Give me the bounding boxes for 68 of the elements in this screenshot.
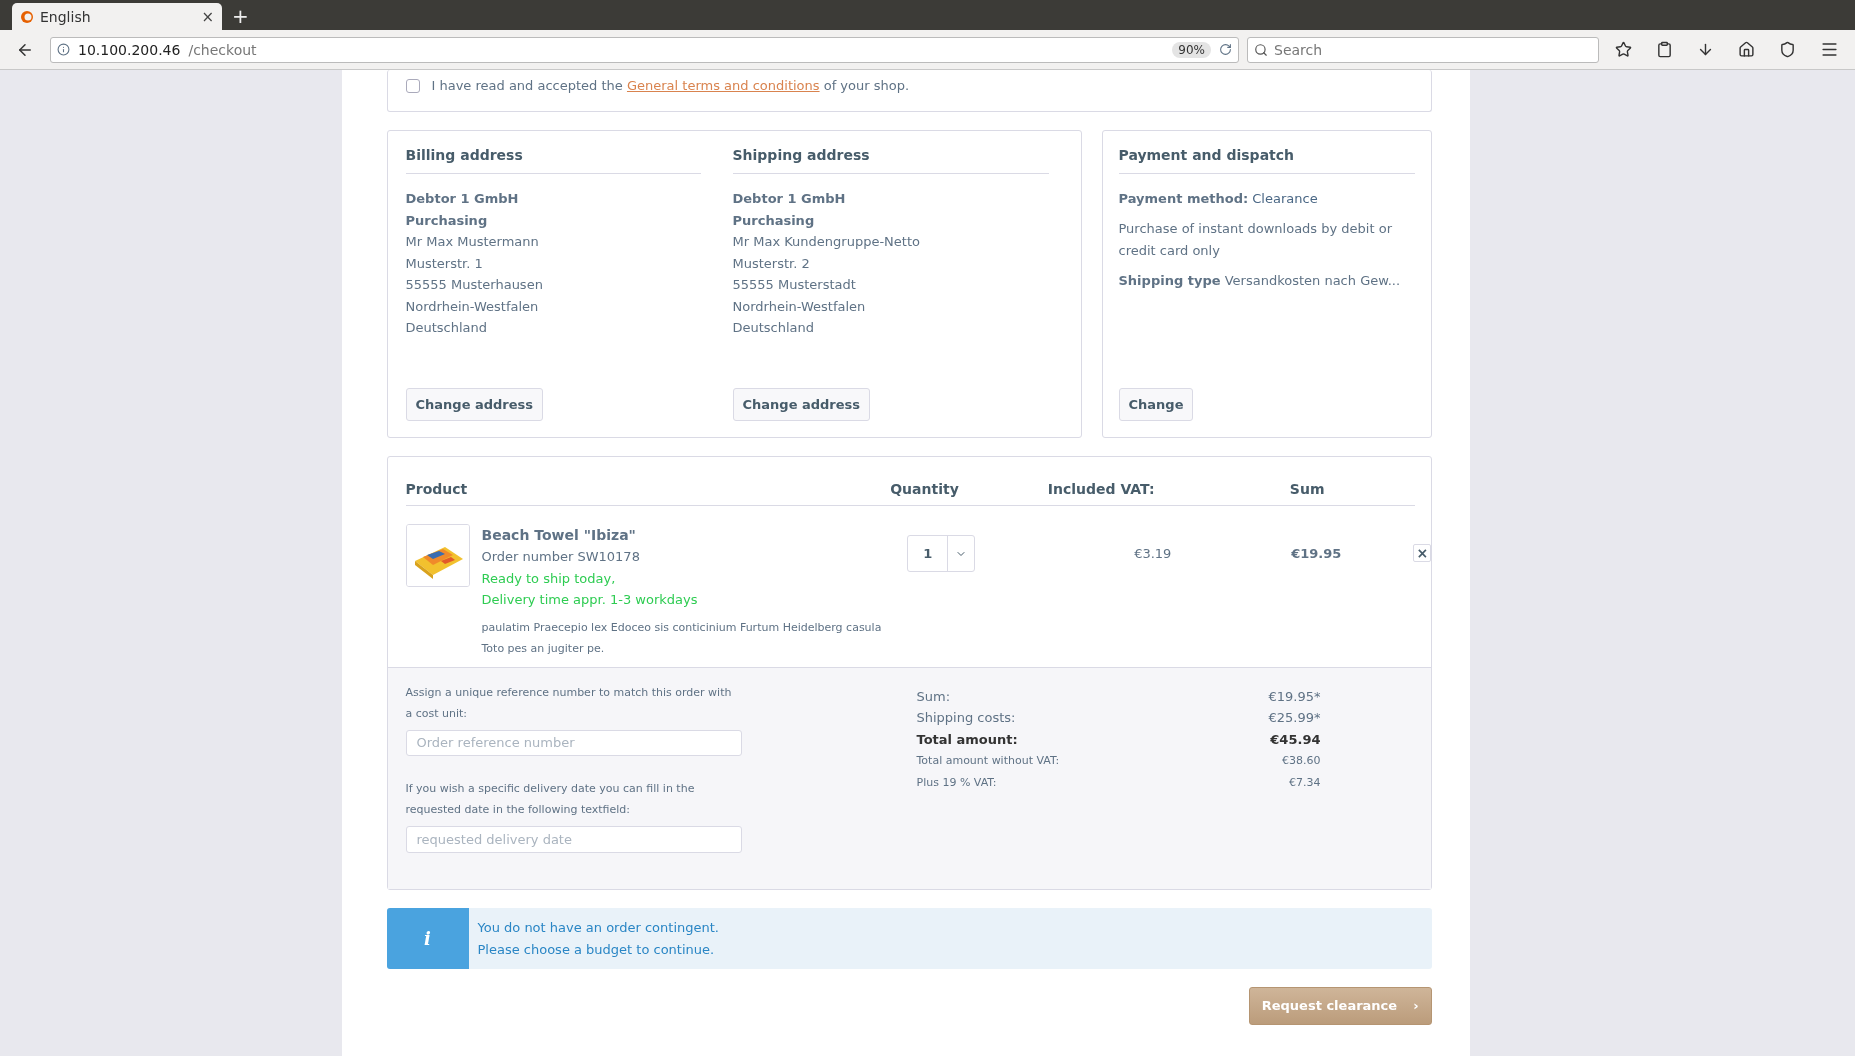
info-icon bbox=[57, 43, 70, 56]
delivery-status: Ready to ship today, bbox=[481, 569, 617, 588]
total-label: Total amount without VAT: bbox=[916, 753, 1060, 769]
remove-button[interactable]: × bbox=[1413, 544, 1432, 562]
column-header: Quantity bbox=[889, 481, 960, 497]
address-line: 55555 Musterhausen bbox=[405, 276, 544, 294]
terms-checkbox[interactable] bbox=[405, 78, 420, 93]
product-description: paulatim Praecepio lex Edoceo sis conticinium Furtum Heidelberg casula bbox=[481, 619, 882, 636]
address-line: Musterstr. 1 bbox=[405, 254, 484, 273]
total-value: €45.94 bbox=[1270, 730, 1321, 749]
address-line: Mr Max Mustermann bbox=[405, 233, 540, 251]
zoom-level[interactable]: 90% bbox=[1172, 41, 1211, 58]
address-line: Purchasing bbox=[732, 211, 816, 230]
column-header: Product bbox=[405, 481, 469, 497]
order-number: Order number SW10178 bbox=[481, 548, 641, 566]
address-line: 55555 Musterstadt bbox=[732, 276, 857, 294]
section-heading: Payment and dispatch bbox=[1118, 131, 1415, 174]
total-label: Plus 19 % VAT: bbox=[916, 775, 997, 791]
browser-tab[interactable]: English × bbox=[12, 3, 222, 30]
address-line: Mr Max Kundengruppe-Netto bbox=[732, 233, 921, 251]
change-address-button[interactable]: Change address bbox=[732, 388, 871, 421]
payment-description: Purchase of instant downloads by debit or credit card only bbox=[1118, 220, 1393, 260]
total-value: €7.34 bbox=[1289, 775, 1321, 791]
total-label: Total amount: bbox=[916, 730, 1018, 749]
address-bar[interactable]: 10.100.200.46 /checkout 90% bbox=[50, 36, 1239, 63]
new-tab-button[interactable]: + bbox=[232, 3, 249, 30]
info-icon: i bbox=[386, 907, 469, 969]
total-value: €38.60 bbox=[1282, 753, 1321, 769]
address-line: Debtor 1 GmbH bbox=[732, 190, 847, 208]
quantity-select[interactable]: 1 bbox=[907, 535, 976, 572]
product-name[interactable]: Beach Towel "Ibiza" bbox=[481, 524, 882, 546]
address-line: Nordrhein-Westfalen bbox=[405, 297, 540, 316]
section-heading: Billing address bbox=[405, 131, 701, 174]
address-line: Deutschland bbox=[732, 319, 816, 337]
total-label: Shipping costs: bbox=[916, 709, 1016, 727]
total-value: €25.99* bbox=[1268, 709, 1321, 727]
search-icon bbox=[1254, 42, 1268, 57]
total-value: €19.95* bbox=[1268, 687, 1321, 706]
total-label: Sum: bbox=[916, 687, 951, 706]
change-address-button[interactable]: Change address bbox=[405, 388, 544, 421]
notice-text: Please choose a budget to continue. bbox=[477, 940, 716, 959]
reference-label: Assign a unique reference number to match this order with a cost unit: bbox=[405, 684, 733, 722]
delivery-date-label: If you wish a specific delivery date you can fill in the requested date in the following textfield: bbox=[405, 781, 696, 818]
notice-text: You do not have an order contingent. bbox=[477, 918, 719, 937]
address-line: Purchasing bbox=[405, 211, 489, 230]
url-host: 10.100.200.46 bbox=[78, 41, 181, 58]
reference-field[interactable]: Order reference number bbox=[405, 729, 742, 756]
address-line: Musterstr. 2 bbox=[732, 254, 811, 273]
close-icon[interactable]: × bbox=[201, 7, 214, 26]
vat-cell-text: €3.19 bbox=[1133, 545, 1172, 563]
section-heading: Shipping address bbox=[732, 131, 1049, 174]
column-header: Sum bbox=[1288, 481, 1325, 497]
change-button[interactable]: Change bbox=[1118, 388, 1194, 421]
search-field[interactable]: Search bbox=[1247, 36, 1599, 63]
address-line: Deutschland bbox=[405, 319, 489, 337]
tab-title: English bbox=[40, 8, 92, 25]
address-line: Debtor 1 GmbH bbox=[405, 190, 520, 208]
delivery-status: Delivery time appr. 1-3 workdays bbox=[481, 591, 699, 609]
column-header: Included VAT: bbox=[1046, 481, 1155, 497]
terms-text: I have read and accepted the General terms and conditions of your shop. bbox=[431, 78, 910, 93]
reload-icon[interactable] bbox=[1219, 43, 1232, 56]
payment-method: Payment method: Clearance bbox=[1118, 190, 1319, 208]
url-path: /checkout bbox=[188, 41, 258, 58]
product-description: Toto pes an jugiter pe. bbox=[481, 640, 606, 657]
address-line: Nordrhein-Westfalen bbox=[732, 297, 867, 316]
delivery-date-field[interactable]: requested delivery date bbox=[405, 826, 742, 853]
shipping-type: Shipping type Versandkosten nach Gew... bbox=[1118, 272, 1402, 290]
sum-cell-text: €19.95 bbox=[1290, 545, 1342, 563]
